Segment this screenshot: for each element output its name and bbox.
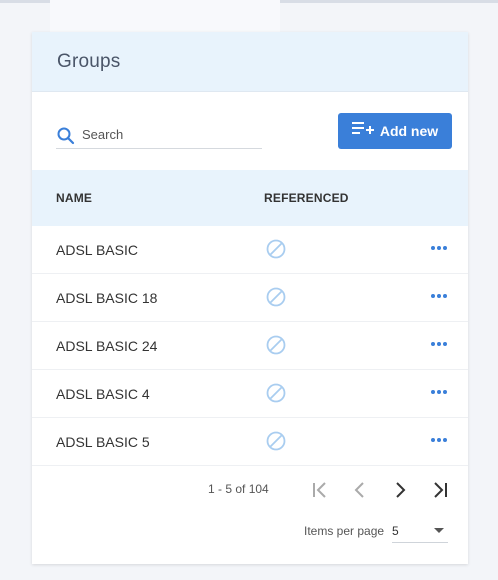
more-options-icon[interactable] <box>430 242 448 254</box>
paginator: 1 - 5 of 104 Items per page 5 <box>32 466 468 543</box>
table-row[interactable]: ADSL BASIC 5 <box>32 418 468 466</box>
table-row[interactable]: ADSL BASIC <box>32 226 468 274</box>
row-name: ADSL BASIC 5 <box>56 433 150 450</box>
last-page-icon[interactable] <box>428 478 452 502</box>
not-referenced-icon <box>266 431 286 451</box>
groups-card: Groups Add new NAME REFERENCED ADSL BASI… <box>32 32 468 564</box>
background-panel <box>50 0 280 36</box>
chevron-down-icon <box>434 528 444 533</box>
row-name: ADSL BASIC 18 <box>56 289 158 306</box>
not-referenced-icon <box>266 287 286 307</box>
more-options-icon[interactable] <box>430 434 448 446</box>
page-range-label: 1 - 5 of 104 <box>208 482 269 496</box>
next-page-icon[interactable] <box>388 478 412 502</box>
previous-page-icon[interactable] <box>348 478 372 502</box>
row-name: ADSL BASIC <box>56 241 138 258</box>
table-header: NAME REFERENCED <box>32 170 468 226</box>
not-referenced-icon <box>266 335 286 355</box>
more-options-icon[interactable] <box>430 338 448 350</box>
row-name: ADSL BASIC 4 <box>56 385 150 402</box>
playlist-add-icon <box>351 121 380 142</box>
add-new-label: Add new <box>379 123 439 139</box>
toolbar: Add new <box>32 92 468 170</box>
search-field[interactable] <box>56 126 262 149</box>
search-icon <box>56 126 76 151</box>
page-title: Groups <box>57 50 121 72</box>
not-referenced-icon <box>266 383 286 403</box>
items-per-page-label: Items per page <box>304 524 385 538</box>
not-referenced-icon <box>266 239 286 259</box>
table-row[interactable]: ADSL BASIC 4 <box>32 370 468 418</box>
column-header-referenced[interactable]: REFERENCED <box>264 191 349 205</box>
add-new-button[interactable]: Add new <box>338 113 452 149</box>
more-options-icon[interactable] <box>430 290 448 302</box>
column-header-name[interactable]: NAME <box>56 191 92 205</box>
more-options-icon[interactable] <box>430 386 448 398</box>
items-per-page-select[interactable]: 5 <box>392 518 448 543</box>
table-row[interactable]: ADSL BASIC 18 <box>32 274 468 322</box>
items-per-page-value: 5 <box>392 524 399 538</box>
card-header: Groups <box>32 32 468 92</box>
search-input[interactable] <box>82 127 252 142</box>
row-name: ADSL BASIC 24 <box>56 337 158 354</box>
table-row[interactable]: ADSL BASIC 24 <box>32 322 468 370</box>
first-page-icon[interactable] <box>308 478 332 502</box>
